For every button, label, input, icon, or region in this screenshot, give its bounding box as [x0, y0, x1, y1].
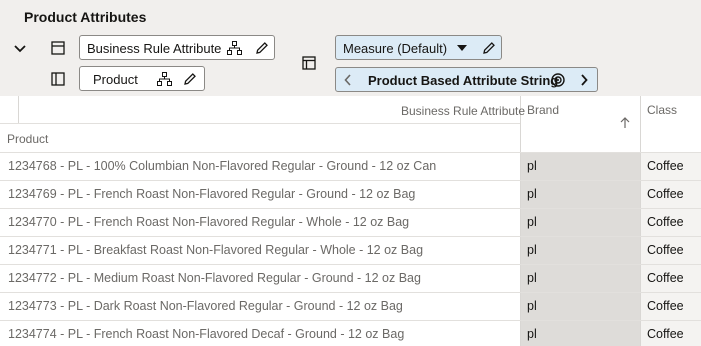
class-value: Coffee	[647, 271, 684, 285]
brand-cell[interactable]: pl	[521, 209, 640, 236]
product-pill[interactable]: Product	[79, 66, 205, 91]
brand-value: pl	[527, 187, 537, 201]
class-cell[interactable]: Coffee	[641, 209, 701, 236]
collapse-toolbar-button[interactable]	[10, 39, 30, 59]
attribute-string-pill[interactable]: Product Based Attribute String	[335, 67, 598, 92]
columns-layout-icon	[49, 70, 67, 88]
layout-toolbar: Business Rule Attribute Product Measure …	[0, 33, 701, 96]
class-column-header[interactable]: Class	[647, 103, 677, 117]
class-cell[interactable]: Coffee	[641, 181, 701, 208]
class-cell[interactable]: Coffee	[641, 293, 701, 320]
product-cell: 1234768 - PL - 100% Columbian Non-Flavor…	[8, 159, 437, 173]
hierarchy-icon[interactable]	[226, 40, 242, 56]
class-value: Coffee	[647, 215, 684, 229]
class-cell[interactable]: Coffee	[641, 265, 701, 292]
grid-divider	[0, 123, 520, 124]
brand-column-header[interactable]: Brand	[527, 103, 559, 117]
chevron-down-icon[interactable]	[454, 40, 470, 56]
product-label: Product	[93, 72, 138, 87]
class-cell[interactable]: Coffee	[641, 153, 701, 180]
rows-layout-icon	[49, 39, 67, 57]
brand-value: pl	[527, 215, 537, 229]
hierarchy-icon[interactable]	[156, 71, 172, 87]
table-row[interactable]: 1234772 - PL - Medium Roast Non-Flavored…	[0, 264, 701, 292]
brand-value: pl	[527, 243, 537, 257]
table-row[interactable]: 1234770 - PL - French Roast Non-Flavored…	[0, 208, 701, 236]
brand-cell[interactable]: pl	[521, 237, 640, 264]
attributes-grid: Business Rule Attribute Product Brand Cl…	[0, 96, 701, 346]
chevron-left-icon[interactable]	[340, 72, 356, 88]
edit-icon[interactable]	[182, 71, 198, 87]
class-value: Coffee	[647, 299, 684, 313]
sort-ascending-icon[interactable]	[619, 116, 631, 130]
product-column-header[interactable]: Product	[7, 132, 48, 146]
class-value: Coffee	[647, 243, 684, 257]
brand-cell[interactable]: pl	[521, 293, 640, 320]
business-rule-attribute-pill[interactable]: Business Rule Attribute	[79, 35, 275, 60]
pivot-icon[interactable]	[300, 54, 318, 72]
table-row[interactable]: 1234771 - PL - Breakfast Roast Non-Flavo…	[0, 236, 701, 264]
class-value: Coffee	[647, 327, 684, 341]
chevron-down-icon	[14, 45, 26, 53]
brand-value: pl	[527, 299, 537, 313]
product-cell: 1234772 - PL - Medium Roast Non-Flavored…	[8, 271, 421, 285]
table-row[interactable]: 1234768 - PL - 100% Columbian Non-Flavor…	[0, 152, 701, 180]
product-cell: 1234773 - PL - Dark Roast Non-Flavored R…	[8, 299, 403, 313]
product-cell: 1234771 - PL - Breakfast Roast Non-Flavo…	[8, 243, 424, 257]
measure-pill[interactable]: Measure (Default)	[335, 35, 502, 60]
target-icon[interactable]	[550, 72, 566, 88]
class-value: Coffee	[647, 159, 684, 173]
chevron-right-icon[interactable]	[576, 72, 592, 88]
brand-value: pl	[527, 327, 537, 341]
page-header: Product Attributes	[0, 0, 701, 33]
brand-cell[interactable]: pl	[521, 265, 640, 292]
class-cell[interactable]: Coffee	[641, 321, 701, 346]
product-cell: 1234769 - PL - French Roast Non-Flavored…	[8, 187, 416, 201]
brand-cell[interactable]: pl	[521, 181, 640, 208]
brand-value: pl	[527, 159, 537, 173]
brand-cell[interactable]: pl	[521, 153, 640, 180]
business-rule-attribute-label: Business Rule Attribute	[87, 41, 222, 56]
edit-icon[interactable]	[254, 40, 270, 56]
table-row[interactable]: 1234774 - PL - French Roast Non-Flavored…	[0, 320, 701, 346]
brand-value: pl	[527, 271, 537, 285]
table-row[interactable]: 1234773 - PL - Dark Roast Non-Flavored R…	[0, 292, 701, 320]
page-title: Product Attributes	[24, 9, 147, 25]
table-row[interactable]: 1234769 - PL - French Roast Non-Flavored…	[0, 180, 701, 208]
product-cell: 1234770 - PL - French Roast Non-Flavored…	[8, 215, 410, 229]
class-cell[interactable]: Coffee	[641, 237, 701, 264]
table-layout-icon	[51, 41, 65, 55]
product-cell: 1234774 - PL - French Roast Non-Flavored…	[8, 327, 405, 341]
grid-divider	[18, 96, 19, 124]
class-value: Coffee	[647, 187, 684, 201]
attribute-string-label: Product Based Attribute String	[368, 73, 559, 88]
measure-label: Measure (Default)	[343, 41, 448, 56]
brand-cell[interactable]: pl	[521, 321, 640, 346]
edit-icon[interactable]	[481, 40, 497, 56]
sidebar-icon	[51, 72, 65, 86]
business-rule-attribute-header: Business Rule Attribute	[401, 104, 526, 118]
